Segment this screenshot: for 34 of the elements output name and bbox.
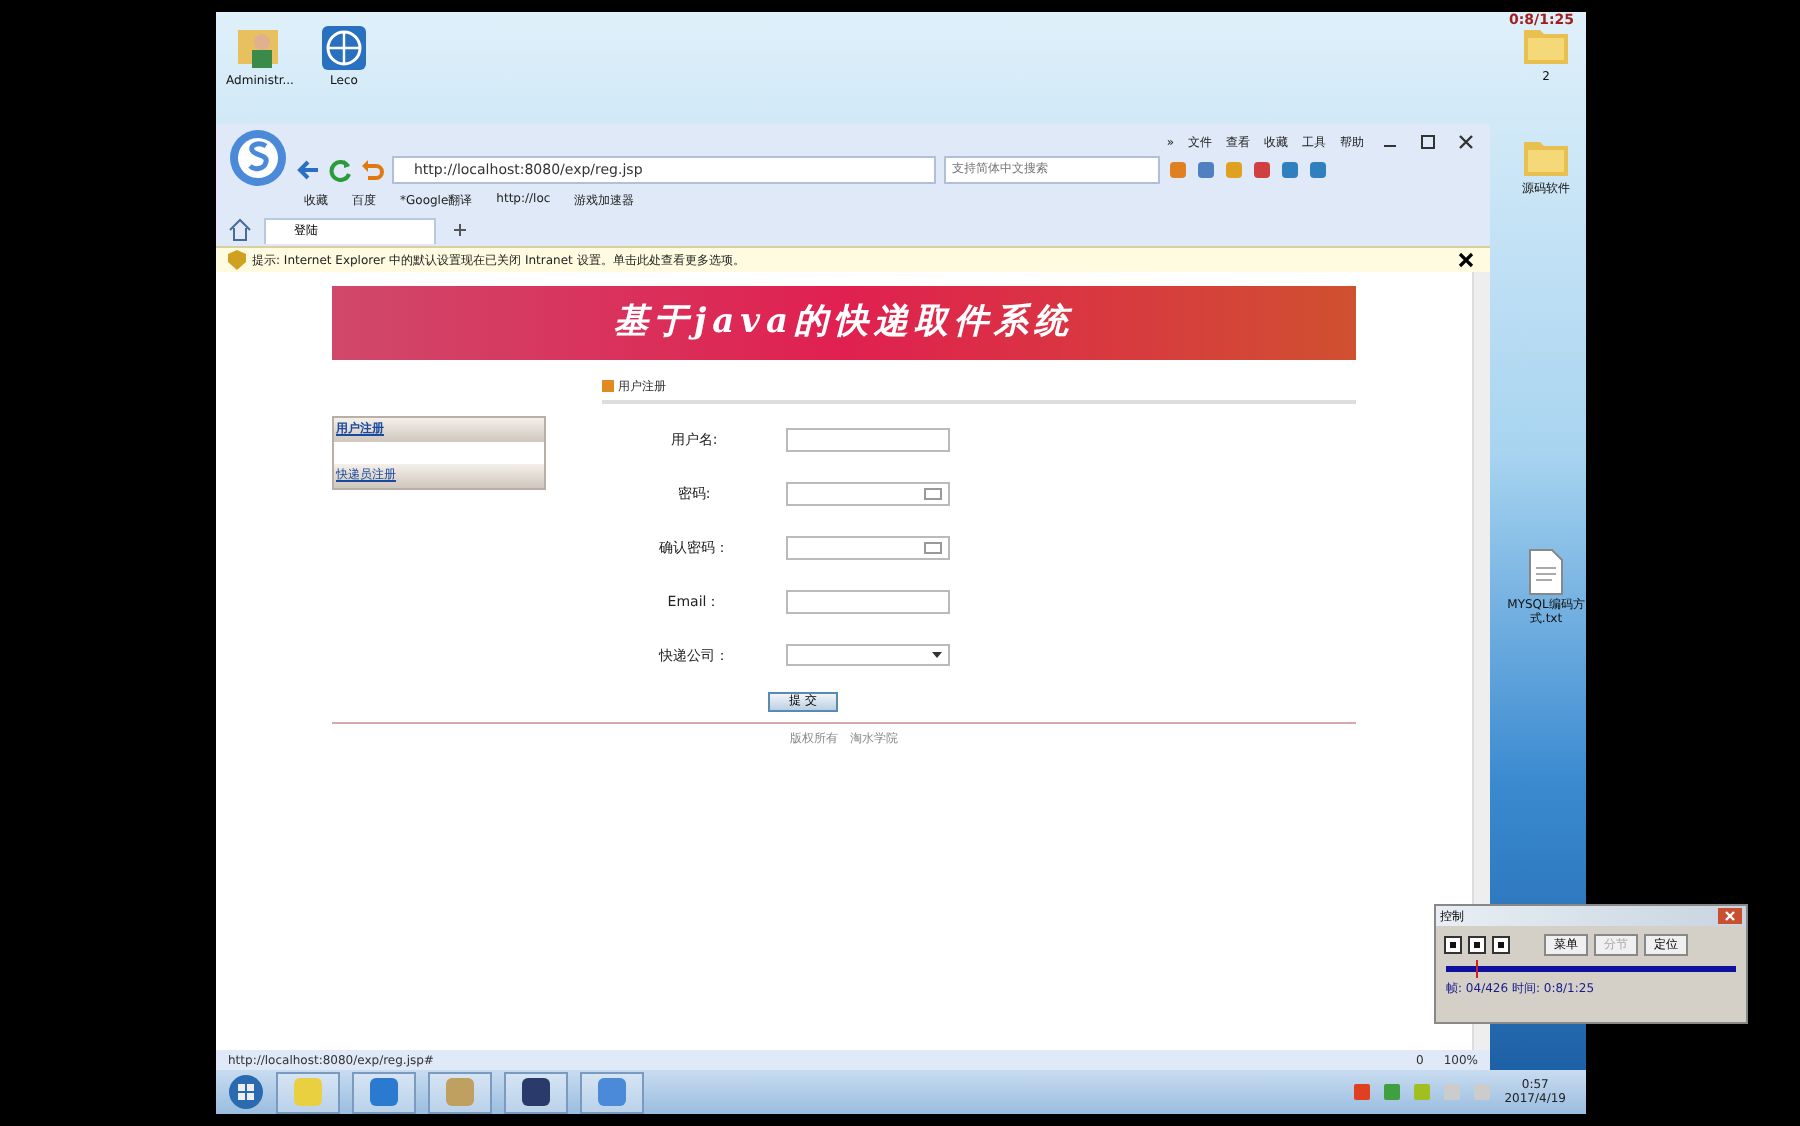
close-icon	[1724, 910, 1736, 922]
new-tab-icon[interactable]	[448, 222, 472, 238]
progress-marker[interactable]	[1475, 960, 1477, 978]
close-icon[interactable]	[1454, 134, 1478, 150]
stop-icon	[1468, 936, 1486, 954]
home-icon	[228, 218, 252, 242]
browser-logo-icon	[228, 128, 288, 188]
taskbar-app[interactable]	[504, 1071, 568, 1113]
close-icon[interactable]	[1454, 252, 1478, 268]
keyboard-icon	[924, 488, 942, 500]
banner-title: 基于java的快递取件系统	[332, 286, 1356, 360]
undo-icon	[360, 157, 384, 181]
close-button[interactable]	[1718, 908, 1742, 924]
back-icon	[296, 157, 320, 181]
app-icon	[520, 1076, 552, 1108]
keyboard-icon	[924, 542, 942, 554]
maximize-icon[interactable]	[1416, 134, 1440, 150]
input-field[interactable]	[786, 590, 950, 614]
dropdown-arrow-icon	[932, 652, 942, 658]
app-icon	[444, 1076, 476, 1108]
folder-icon	[292, 1076, 324, 1108]
refresh-icon	[328, 157, 352, 181]
shield-icon	[228, 250, 246, 270]
input-field[interactable]	[786, 428, 950, 452]
app-icon	[368, 1076, 400, 1108]
user-icon	[236, 24, 284, 72]
start-button-icon	[228, 1074, 264, 1110]
bullet-icon	[602, 380, 614, 392]
password-field[interactable]	[786, 482, 950, 506]
app-icon	[596, 1076, 628, 1108]
globe-icon	[320, 24, 368, 72]
step-icon	[1492, 936, 1510, 954]
password-field[interactable]	[786, 536, 950, 560]
play-icon	[1444, 936, 1462, 954]
